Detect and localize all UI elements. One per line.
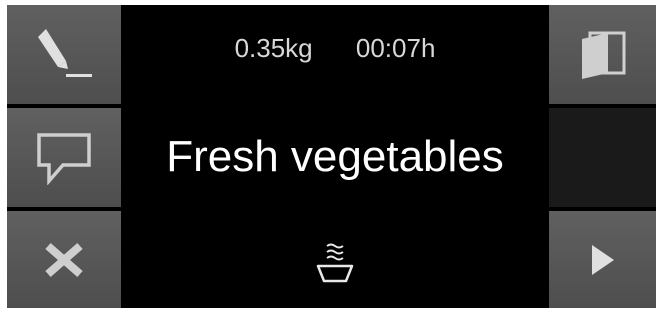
speech-bubble-icon	[33, 131, 95, 185]
time-value: 00:07h	[355, 33, 436, 63]
weight-value: 0.35kg	[234, 33, 313, 63]
oven-display: 0.35kg 00:07h Fresh vegetables	[7, 5, 656, 308]
empty-slot	[549, 108, 656, 207]
door-button[interactable]	[549, 5, 656, 104]
cancel-button[interactable]	[7, 211, 121, 308]
pencil-icon	[32, 27, 96, 83]
x-icon	[44, 242, 84, 278]
edit-button[interactable]	[7, 5, 121, 104]
steam-bowl-icon	[315, 242, 355, 284]
door-open-icon	[578, 29, 628, 81]
status-row: 0.35kg 00:07h	[121, 33, 549, 64]
program-icon-wrap	[121, 242, 549, 284]
message-button[interactable]	[7, 108, 121, 207]
main-panel: 0.35kg 00:07h Fresh vegetables	[121, 5, 549, 308]
start-button[interactable]	[549, 211, 656, 308]
program-title: Fresh vegetables	[166, 132, 504, 181]
play-icon	[588, 243, 618, 277]
